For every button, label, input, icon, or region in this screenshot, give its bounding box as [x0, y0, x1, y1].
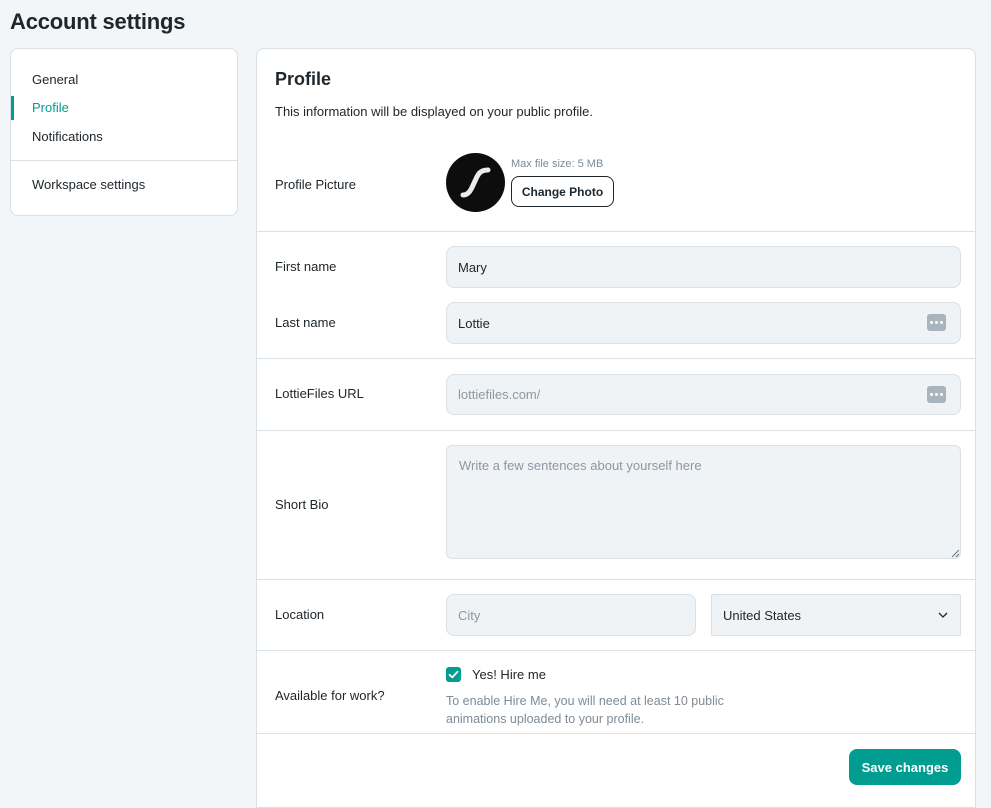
page-title: Account settings	[10, 9, 186, 34]
lottiefiles-url-input[interactable]	[446, 374, 961, 415]
sidebar-item-workspace-settings[interactable]: Workspace settings	[32, 177, 145, 192]
profile-picture-label: Profile Picture	[275, 177, 356, 192]
avatar	[446, 153, 505, 212]
resize-grip-icon[interactable]	[951, 549, 960, 558]
hire-me-checkbox[interactable]	[446, 667, 461, 682]
profile-card: Profile This information will be display…	[256, 48, 976, 808]
country-select[interactable]: United States	[711, 594, 961, 636]
hire-me-hint: To enable Hire Me, you will need at leas…	[446, 694, 724, 726]
short-bio-textarea[interactable]	[446, 445, 961, 559]
lottiefiles-url-label: LottieFiles URL	[275, 386, 364, 401]
sidebar-item-profile[interactable]: Profile	[32, 100, 69, 115]
available-for-work-label: Available for work?	[275, 688, 385, 703]
sidebar-divider	[11, 160, 237, 161]
check-icon	[448, 670, 459, 679]
max-file-size: Max file size: 5 MB	[511, 158, 604, 170]
hire-me-label: Yes! Hire me	[472, 667, 546, 682]
sidebar-item-general[interactable]: General	[32, 72, 78, 87]
settings-sidebar: General Profile Notifications Workspace …	[10, 48, 238, 216]
profile-subtitle: This information will be displayed on yo…	[275, 104, 593, 119]
password-manager-icon[interactable]	[927, 386, 946, 403]
first-name-input[interactable]	[446, 246, 961, 288]
short-bio-label: Short Bio	[275, 497, 329, 512]
section-divider	[257, 358, 975, 359]
section-divider	[257, 579, 975, 580]
change-photo-button[interactable]: Change Photo	[511, 176, 614, 207]
profile-title: Profile	[275, 69, 332, 89]
section-divider	[257, 430, 975, 431]
city-input[interactable]	[446, 594, 696, 636]
active-indicator	[11, 96, 14, 120]
password-manager-icon[interactable]	[927, 314, 946, 331]
country-value: United States	[723, 608, 802, 623]
section-divider	[257, 650, 975, 651]
last-name-input[interactable]	[446, 302, 961, 344]
section-divider	[257, 231, 975, 232]
lottie-logo-icon	[460, 167, 491, 198]
save-changes-button[interactable]: Save changes	[849, 749, 961, 785]
last-name-label: Last name	[275, 315, 336, 330]
first-name-label: First name	[275, 259, 337, 274]
sidebar-item-notifications[interactable]: Notifications	[32, 129, 103, 144]
chevron-down-icon	[938, 612, 948, 618]
location-label: Location	[275, 607, 325, 622]
section-divider	[257, 733, 975, 734]
